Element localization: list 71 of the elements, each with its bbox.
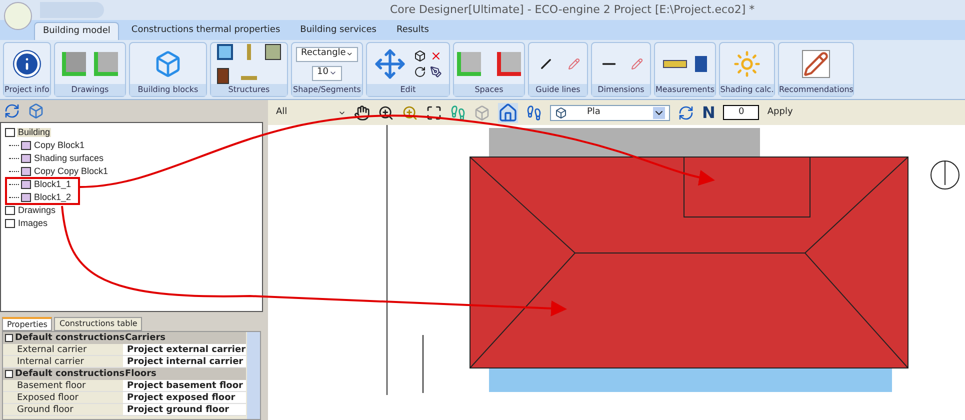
property-tab[interactable]: Properties [2,317,52,331]
cube-icon [555,106,567,118]
tree-connector [9,158,19,159]
zoom-previous-icon[interactable] [402,104,418,120]
view-dropdown[interactable]: Pla [550,104,670,120]
ribbon-group-label: Structures [211,84,287,96]
tree-item[interactable]: Drawings [17,206,57,215]
notepad-icon[interactable] [802,50,830,78]
section-label: Default constructions [15,368,125,380]
property-tab[interactable]: Constructions table [54,317,142,331]
door-icon[interactable] [217,68,229,84]
delete-icon[interactable] [430,50,442,62]
tree-item[interactable]: Copy Copy Block1 [33,167,110,176]
collapse-icon[interactable] [5,334,13,342]
section-value: Carriers [125,332,166,344]
tree-connector [9,171,19,172]
home-icon[interactable] [498,102,518,122]
window-icon[interactable] [217,44,233,60]
ribbon-tab[interactable]: Results [388,22,437,40]
slab-icon[interactable] [265,44,281,60]
ribbon-group-label: Recommendations [779,84,853,96]
ribbon-group-label: Shape/Segments [292,84,362,96]
property-value[interactable]: Project basement floor [123,380,246,391]
ribbon-tab[interactable]: Building model [34,22,120,40]
segments-spinner[interactable]: 10 [312,66,342,80]
tree-connector [9,145,19,146]
ribbon-group-label: Shading calc. [720,84,774,96]
section-value: Floors [125,368,156,380]
ribbon-group-label: Measurements [655,84,715,96]
fit-icon[interactable] [426,104,442,120]
collapse-icon[interactable] [5,370,13,378]
pen-icon[interactable] [430,66,442,78]
property-value[interactable]: Project exposed floor [123,392,246,403]
property-value[interactable]: Project external carrier [123,344,246,355]
tree-item[interactable]: Block1_2 [33,193,72,202]
ribbon-group-label: Building blocks [130,84,206,96]
window-title: Core Designer[Ultimate] - ECO-engine 2 Project [E:\Project.eco2] * [390,2,755,18]
apply-button[interactable]: Apply [767,106,793,120]
ribbon-group-label: Spaces [454,84,524,96]
north-angle-field[interactable]: 0 [723,105,760,120]
tree-item[interactable]: Copy Block1 [33,141,86,150]
tree-connector [9,184,19,185]
tree-item[interactable]: Block1_1 [33,180,72,189]
tree-item[interactable]: Images [17,219,49,228]
move-icon[interactable] [374,48,406,80]
space-delete-icon[interactable] [497,52,521,76]
tree-connector [9,197,19,198]
shape-dropdown[interactable]: Rectangle [296,46,358,62]
ribbon-group-label: Project info [4,84,50,96]
ribbon-tab[interactable]: Constructions thermal properties [123,22,288,40]
refresh-icon[interactable] [678,104,694,120]
rotate-icon[interactable] [414,66,426,78]
section-label: Default constructions [15,332,125,344]
pan-icon[interactable] [354,104,370,120]
north-label: N [702,102,716,124]
folder-icon [5,128,15,137]
info-icon[interactable] [13,50,41,78]
ribbon-group-label: Edit [367,84,449,96]
ribbon-tab[interactable]: Building services [292,22,384,40]
footprints-icon[interactable] [526,104,542,120]
refresh-icon[interactable] [4,103,20,119]
filter-dropdown[interactable]: All [276,106,346,120]
property-value[interactable]: Project internal carrier [123,356,246,367]
zoom-icon[interactable] [378,104,394,120]
ribbon-group-label: Dimensions [592,84,650,96]
tree-item[interactable]: Shading surfaces [33,154,105,163]
tree-item[interactable]: Building [17,128,52,137]
ribbon-group-label: Drawings [55,84,125,96]
property-value[interactable]: Project ground floor [123,404,246,415]
ribbon-group-label: Guide lines [529,84,587,96]
blocks-icon[interactable] [154,50,182,78]
